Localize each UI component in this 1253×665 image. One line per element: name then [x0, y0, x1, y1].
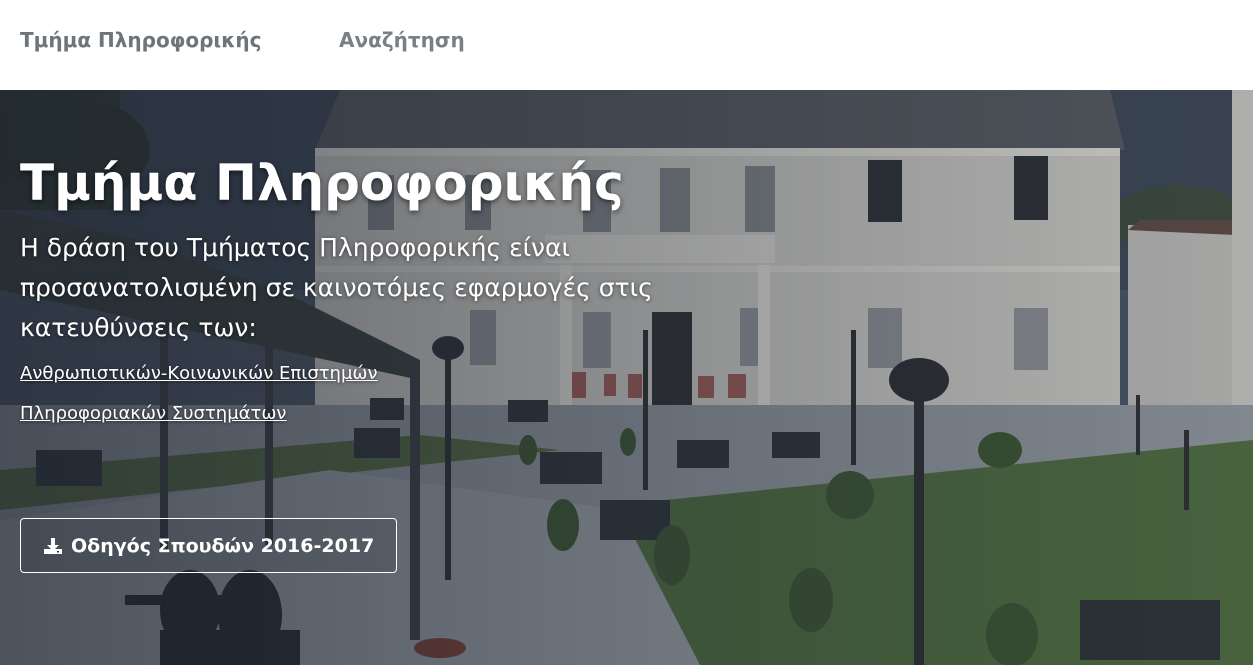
hero-lead-text: Η δράση του Τμήματος Πληροφορικής είναι … — [20, 233, 653, 342]
hero-links: Ανθρωπιστικών-Κοινωνικών Επιστημών Πληρο… — [20, 354, 700, 434]
download-icon — [43, 537, 63, 555]
link-information-systems[interactable]: Πληροφοριακών Συστημάτων — [20, 394, 286, 434]
link-humanities-social-sciences[interactable]: Ανθρωπιστικών-Κοινωνικών Επιστημών — [20, 354, 378, 394]
study-guide-download-button[interactable]: Οδηγός Σπουδών 2016-2017 — [20, 518, 398, 573]
nav-link-search[interactable]: Αναζήτηση — [339, 28, 465, 52]
brand-link[interactable]: Τμήμα Πληροφορικής — [20, 28, 262, 52]
hero-section: Τμήμα Πληροφορικής Η δράση του Τμήματος … — [0, 90, 1253, 665]
hero-title: Τμήμα Πληροφορικής — [20, 154, 624, 212]
top-navbar: Τμήμα Πληροφορικής Αναζήτηση — [0, 0, 1253, 90]
download-button-label: Οδηγός Σπουδών 2016-2017 — [71, 534, 375, 557]
hero-content: Τμήμα Πληροφορικής Η δράση του Τμήματος … — [20, 152, 700, 434]
